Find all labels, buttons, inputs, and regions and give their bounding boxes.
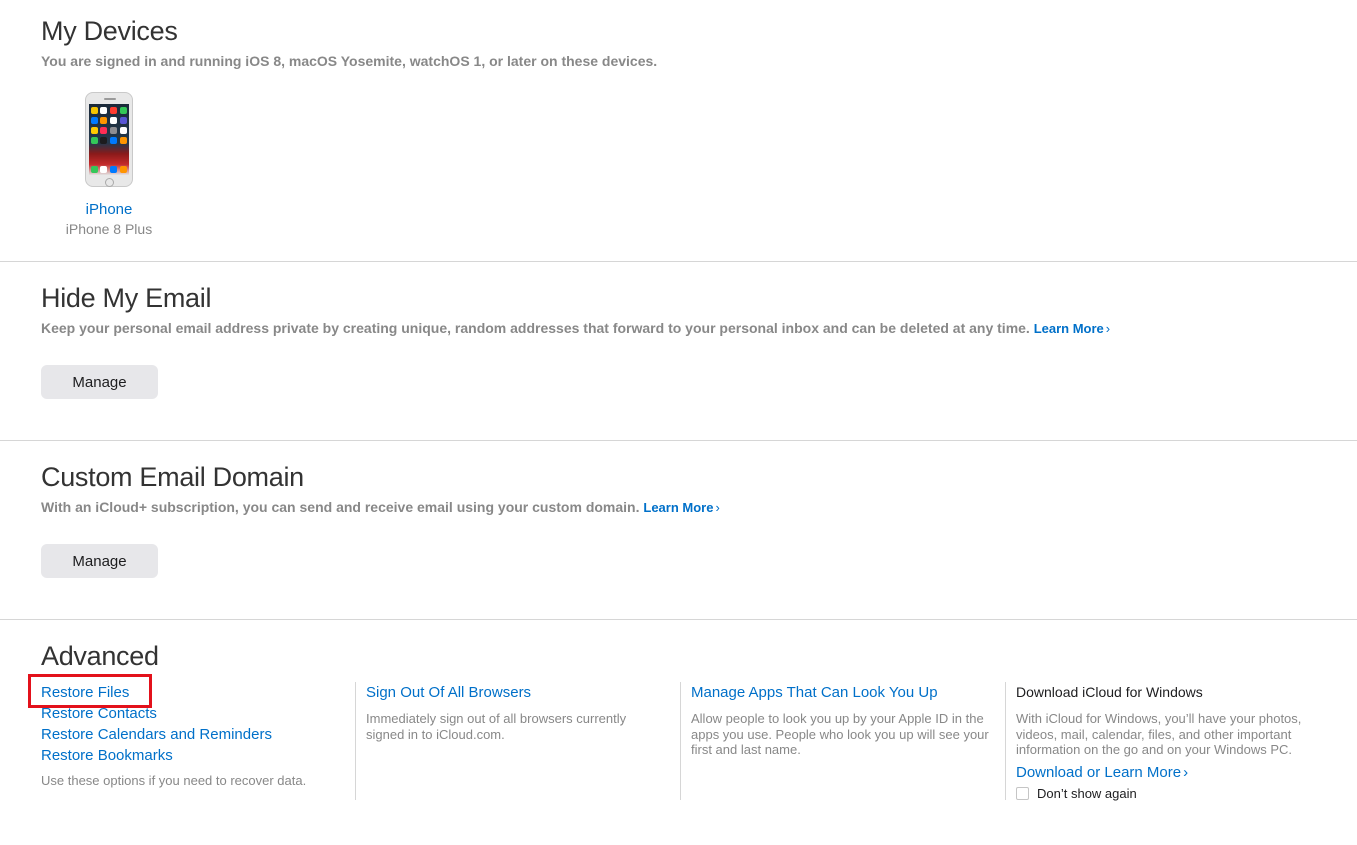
windows-column: Download iCloud for Windows With iCloud … [1005,682,1350,801]
restore-bookmarks-link[interactable]: Restore Bookmarks [41,745,341,766]
look-up-description: Allow people to look you up by your Appl… [691,711,989,757]
custom-email-domain-learn-more-link[interactable]: Learn More › [643,500,719,515]
my-devices-subtitle: You are signed in and running iOS 8, mac… [41,53,658,69]
hide-my-email-learn-more-link[interactable]: Learn More › [1034,321,1110,336]
device-card-iphone[interactable]: iPhone iPhone 8 Plus [60,92,158,237]
custom-email-domain-title: Custom Email Domain [41,462,304,492]
device-name[interactable]: iPhone [60,201,158,218]
custom-email-domain-manage-button[interactable]: Manage [41,544,158,578]
dont-show-again-checkbox[interactable] [1016,786,1029,800]
look-up-column: Manage Apps That Can Look You Up Allow p… [680,682,992,800]
chevron-right-icon: › [1105,321,1111,336]
section-divider [0,440,1357,441]
dont-show-again-label: Don’t show again [1037,785,1137,801]
restore-calendars-reminders-link[interactable]: Restore Calendars and Reminders [41,724,341,745]
custom-email-domain-subtitle: With an iCloud+ subscription, you can se… [41,499,720,515]
sign-out-description: Immediately sign out of all browsers cur… [366,711,627,742]
my-devices-title: My Devices [41,16,178,46]
restore-note: Use these options if you need to recover… [41,773,307,788]
download-or-learn-more-link[interactable]: Download or Learn More › [1016,762,1350,783]
advanced-title: Advanced [41,641,159,671]
section-divider [0,619,1357,620]
sign-out-all-browsers-link[interactable]: Sign Out Of All Browsers [366,682,667,703]
hide-my-email-title: Hide My Email [41,283,212,313]
download-icloud-windows-title: Download iCloud for Windows [1016,684,1203,700]
manage-apps-look-up-link[interactable]: Manage Apps That Can Look You Up [691,682,992,703]
section-divider [0,261,1357,262]
hide-my-email-subtitle: Keep your personal email address private… [41,320,1111,336]
chevron-right-icon: › [1183,763,1189,781]
hide-my-email-manage-button[interactable]: Manage [41,365,158,399]
dont-show-again-row: Don’t show again [1016,786,1350,801]
chevron-right-icon: › [715,500,720,515]
iphone-icon [85,92,133,187]
windows-description: With iCloud for Windows, you’ll have you… [1016,711,1302,757]
restore-files-highlight-box [28,674,152,708]
sign-out-column: Sign Out Of All Browsers Immediately sig… [355,682,667,800]
device-model: iPhone 8 Plus [65,221,153,237]
